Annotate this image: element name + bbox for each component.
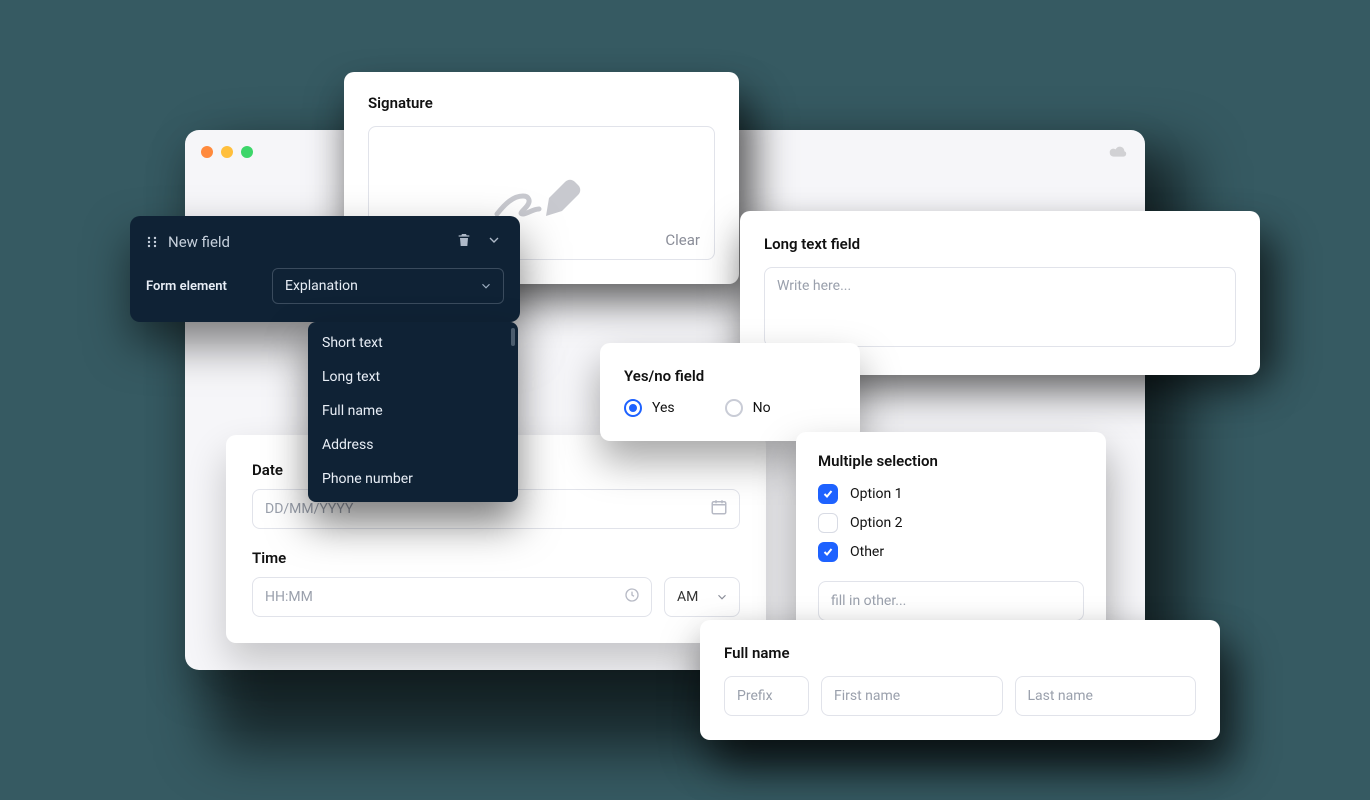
form-element-dropdown: Short text Long text Full name Address P… xyxy=(308,322,518,502)
multi-title: Multiple selection xyxy=(818,452,1084,470)
traffic-light-minimize-icon[interactable] xyxy=(221,146,233,158)
traffic-light-close-icon[interactable] xyxy=(201,146,213,158)
other-input[interactable] xyxy=(818,581,1084,621)
chevron-down-icon xyxy=(715,590,729,604)
longtext-input[interactable] xyxy=(764,267,1236,347)
form-element-label: Form element xyxy=(146,279,256,294)
dropdown-item-short-text[interactable]: Short text xyxy=(308,326,518,360)
signature-title: Signature xyxy=(368,94,715,112)
prefix-input[interactable] xyxy=(724,676,809,716)
checkbox-icon xyxy=(818,513,838,533)
yesno-card: Yes/no field Yes No xyxy=(600,343,860,441)
checkbox-other[interactable]: Other xyxy=(818,542,1084,562)
longtext-title: Long text field xyxy=(764,235,1236,253)
fullname-title: Full name xyxy=(724,644,1196,662)
checkbox-icon xyxy=(818,484,838,504)
delete-icon[interactable] xyxy=(454,230,474,254)
radio-no[interactable]: No xyxy=(725,399,771,417)
ampm-value: AM xyxy=(677,589,698,605)
dropdown-scrollbar[interactable] xyxy=(511,328,515,346)
fullname-card: Full name xyxy=(700,620,1220,740)
new-field-title: New field xyxy=(168,233,230,251)
radio-no-label: No xyxy=(753,400,771,416)
ampm-select[interactable]: AM xyxy=(664,577,740,617)
yesno-title: Yes/no field xyxy=(624,367,836,385)
multi-card: Multiple selection Option 1 Option 2 Oth… xyxy=(796,432,1106,645)
checkbox-option1[interactable]: Option 1 xyxy=(818,484,1084,504)
collapse-icon[interactable] xyxy=(484,230,504,254)
drag-handle-icon[interactable] xyxy=(146,233,158,252)
chevron-down-icon xyxy=(479,279,493,293)
checkbox-option2[interactable]: Option 2 xyxy=(818,513,1084,533)
dropdown-item-address[interactable]: Address xyxy=(308,428,518,462)
sync-cloud-icon xyxy=(1107,144,1129,160)
form-element-select[interactable]: Explanation xyxy=(272,268,504,304)
dropdown-item-long-text[interactable]: Long text xyxy=(308,360,518,394)
time-input[interactable] xyxy=(252,577,652,617)
checkbox-option1-label: Option 1 xyxy=(850,486,903,502)
traffic-light-maximize-icon[interactable] xyxy=(241,146,253,158)
clock-icon[interactable] xyxy=(624,587,640,607)
dropdown-item-phone-number[interactable]: Phone number xyxy=(308,462,518,496)
signature-clear-button[interactable]: Clear xyxy=(665,231,700,249)
checkbox-other-label: Other xyxy=(850,544,884,560)
form-element-selected: Explanation xyxy=(285,278,358,294)
calendar-icon[interactable] xyxy=(710,498,728,520)
new-field-panel: New field Form element Explanation xyxy=(130,216,520,322)
radio-icon xyxy=(624,399,642,417)
radio-icon xyxy=(725,399,743,417)
radio-yes[interactable]: Yes xyxy=(624,399,675,417)
dropdown-item-full-name[interactable]: Full name xyxy=(308,394,518,428)
checkbox-option2-label: Option 2 xyxy=(850,515,903,531)
time-title: Time xyxy=(252,549,740,567)
lastname-input[interactable] xyxy=(1015,676,1197,716)
checkbox-icon xyxy=(818,542,838,562)
radio-yes-label: Yes xyxy=(652,400,675,416)
firstname-input[interactable] xyxy=(821,676,1003,716)
